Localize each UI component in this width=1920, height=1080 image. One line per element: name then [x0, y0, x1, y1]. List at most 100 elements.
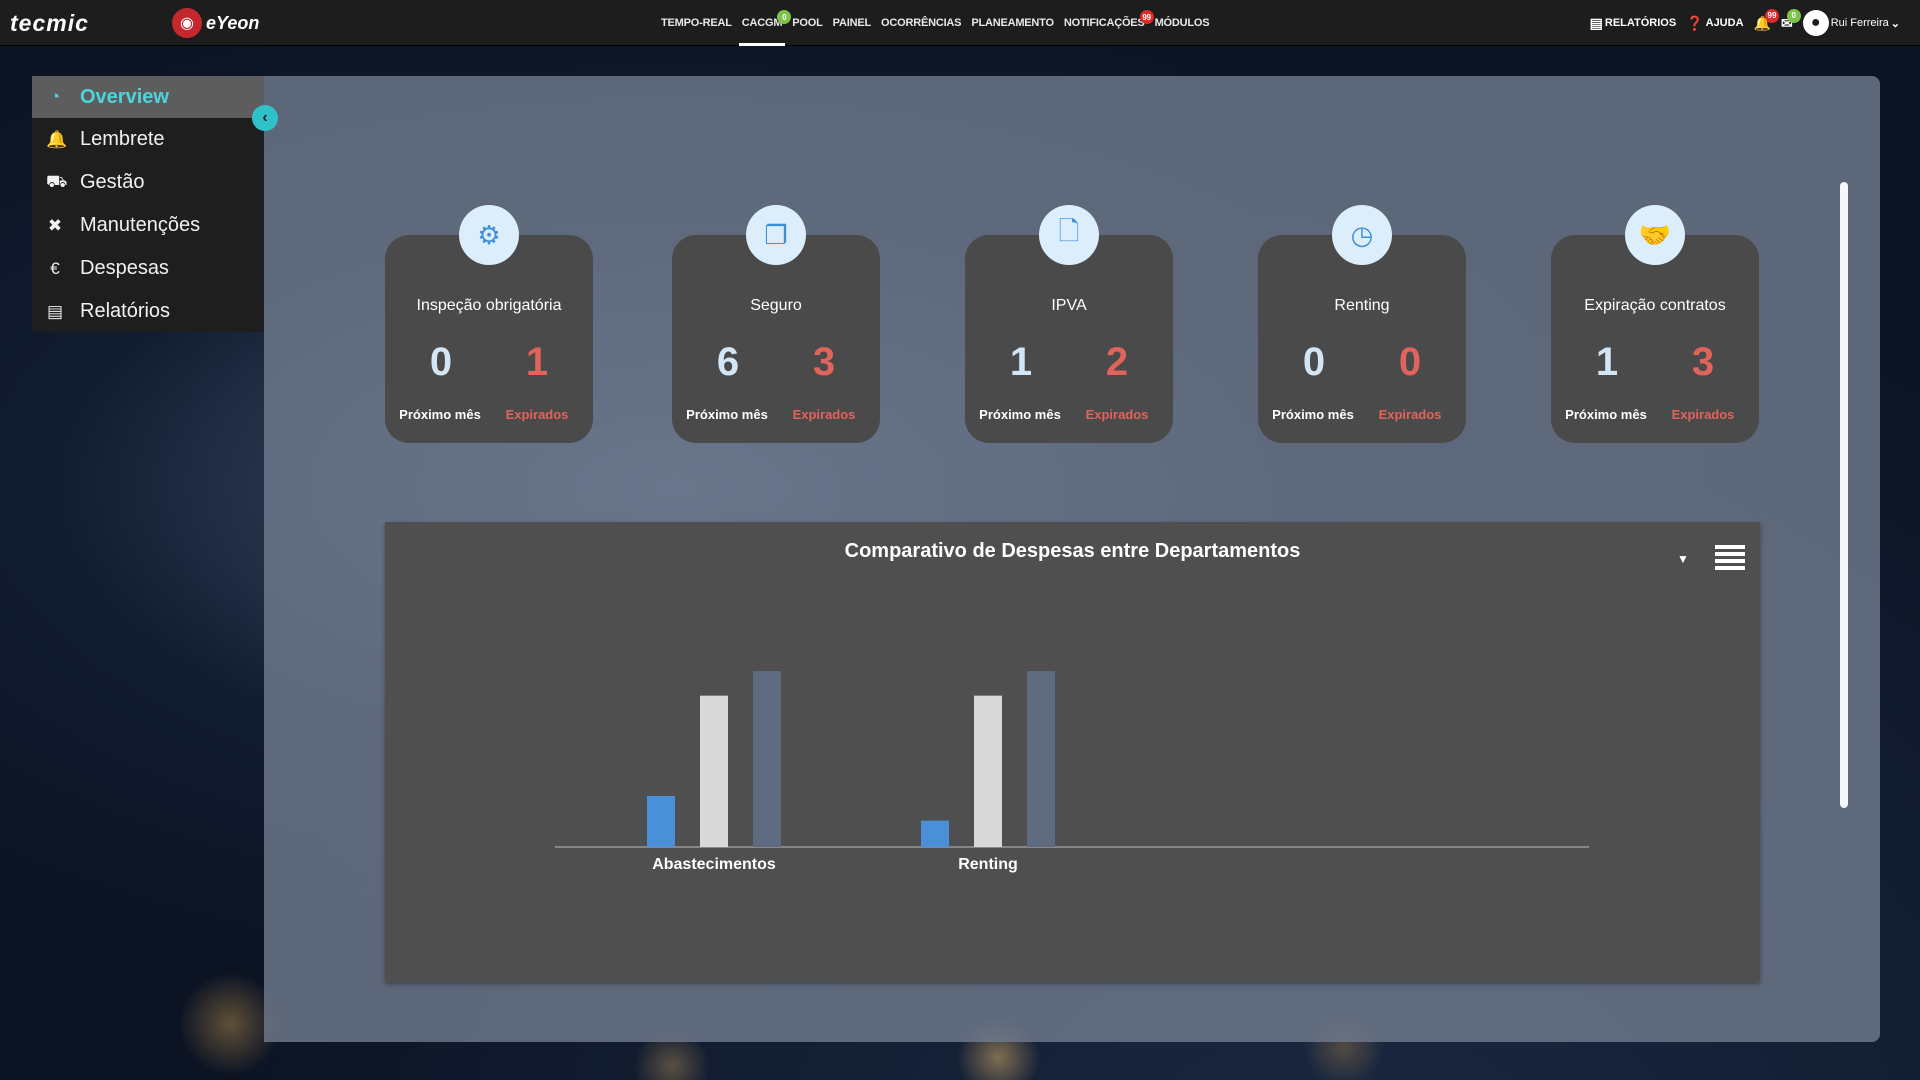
expired-label: Expirados	[1085, 406, 1149, 422]
help-circle-icon: ❓	[1686, 14, 1704, 31]
euro-icon: €	[50, 258, 60, 278]
expenses-chart: Comparativo de Despesas entre Departamen…	[385, 522, 1760, 982]
sidebar-item-label: Relatórios	[80, 300, 171, 322]
tools-icon: ✖	[47, 215, 63, 235]
bar-abastecimentos-series-1[interactable]	[647, 795, 675, 847]
scrollbar[interactable]	[1840, 182, 1848, 808]
expired-label: Expirados	[505, 406, 569, 422]
nav-item-label: MÓDULOS	[1154, 17, 1210, 29]
next-month-count: 0	[429, 340, 453, 384]
sidebar-item-overview[interactable]: ◔ Overview	[32, 76, 264, 118]
nav-item-cacgm[interactable]: CACGM 0	[737, 0, 792, 46]
summary-card[interactable]: ⚙ Inspeção obrigatória 0 1 Próximo mês Expira…	[385, 205, 593, 443]
username: Rui Ferreira	[1830, 17, 1889, 29]
expired-label: Expirados	[1378, 406, 1442, 422]
nav-item-planeamento[interactable]: PLANEAMENTO	[966, 0, 1059, 46]
gear-check-icon: ⚙	[459, 205, 519, 265]
file-icon: 🗋	[1039, 205, 1099, 265]
card-title: Inspeção obrigatória	[416, 296, 562, 314]
sidebar-item-lembrete[interactable]: 🔔 Lembrete	[32, 118, 264, 161]
nav-item-label: OCORRÊNCIAS	[881, 17, 962, 29]
messages-button[interactable]: ✉ 0	[1781, 8, 1801, 32]
expired-label: Expirados	[792, 406, 856, 422]
sidebar-item-label: Overview	[80, 85, 169, 108]
truck-icon: ⛟	[46, 171, 68, 191]
next-month-label: Próximo mês	[1565, 406, 1647, 422]
bar-renting-series-1[interactable]	[921, 820, 949, 847]
nav-item-label: PLANEAMENTO	[971, 17, 1054, 29]
bar-abastecimentos-series-2[interactable]	[700, 695, 728, 847]
chevron-down-icon: ⌄	[1890, 17, 1900, 30]
card-title: IPVA	[1051, 296, 1087, 314]
notifications-button[interactable]: 🔔 99	[1754, 8, 1779, 32]
card-title: Seguro	[750, 296, 802, 314]
user-menu[interactable]: ● Rui Ferreira ⌄	[1802, 10, 1900, 36]
sidebar-item-label: Manutenções	[80, 214, 201, 236]
top-right-tools: ▤ RELATÓRIOS ❓ AJUDA 🔔 99 ✉ 0 ● Rui Ferr…	[1590, 0, 1900, 46]
bell-icon: 🔔	[46, 129, 68, 149]
summary-card[interactable]: ❐ Seguro 6 3 Próximo mês Expirados	[672, 205, 880, 443]
nav-item-painel[interactable]: PAINEL	[828, 0, 876, 46]
eyeon-logo-text: eYeon	[206, 12, 260, 33]
report-file-icon: ▤	[46, 301, 64, 321]
gauge-icon: ◷	[1332, 205, 1392, 265]
help-link[interactable]: ❓ AJUDA	[1686, 15, 1743, 32]
nav-item-m-dulos[interactable]: MÓDULOS	[1150, 0, 1215, 46]
next-month-count: 0	[1302, 340, 1326, 384]
nav-item-label: TEMPO-REAL	[661, 17, 732, 29]
collapse-sidebar-button[interactable]: ‹	[252, 105, 278, 131]
sidebar-item-gestao[interactable]: ⛟ Gestão	[32, 161, 264, 204]
next-month-label: Próximo mês	[979, 406, 1061, 422]
expired-count: 2	[1105, 340, 1129, 384]
expired-count: 3	[1691, 340, 1715, 384]
help-label: AJUDA	[1705, 17, 1744, 29]
chart-plot: Abastecimentos Renting	[555, 671, 1589, 873]
sidebar: ◔ Overview 🔔 Lembrete ⛟ Gestão ✖ Manutenções € De…	[32, 76, 264, 332]
sidebar-item-relatorios[interactable]: ▤ Relatórios	[32, 290, 264, 333]
nav-item-notifica-es[interactable]: NOTIFICAÇÕES 99	[1059, 0, 1154, 46]
bar-renting-series-2[interactable]	[974, 695, 1002, 847]
expired-count: 0	[1398, 340, 1422, 384]
expired-label: Expirados	[1671, 406, 1735, 422]
next-month-count: 6	[716, 340, 740, 384]
summary-card[interactable]: ◷ Renting 0 0 Próximo mês Expirados	[1258, 205, 1466, 443]
sidebar-item-label: Gestão	[80, 171, 145, 193]
card-title: Renting	[1334, 296, 1390, 314]
report-file-icon: ▤	[1589, 14, 1603, 31]
expired-count: 1	[525, 340, 549, 384]
next-month-count: 1	[1009, 340, 1033, 384]
sidebar-item-manutencoes[interactable]: ✖ Manutenções	[32, 204, 264, 247]
expired-count: 3	[812, 340, 836, 384]
sidebar-item-label: Lembrete	[80, 128, 165, 150]
next-month-label: Próximo mês	[1272, 406, 1354, 422]
pie-chart-icon: ◔	[49, 87, 61, 106]
x-tick-label: Renting	[958, 856, 1018, 873]
top-navigation-bar: tecmic ◉ eYeon TEMPO-REAL CACGM 0 POOL PAINE…	[0, 0, 1920, 46]
sidebar-item-label: Despesas	[80, 257, 169, 279]
nav-item-pool[interactable]: POOL	[787, 0, 827, 46]
summary-card[interactable]: 🤝 Expiração contratos 1 3 Próximo mês Expirad…	[1551, 205, 1759, 443]
documents-icon: ❐	[746, 205, 806, 265]
nav-item-label: CACGM	[741, 17, 783, 29]
bar-renting-series-3[interactable]	[1027, 671, 1055, 847]
nav-item-tempo-real[interactable]: TEMPO-REAL	[656, 0, 737, 46]
bar-abastecimentos-series-3[interactable]	[753, 671, 781, 847]
reports-link[interactable]: ▤ RELATÓRIOS	[1590, 15, 1677, 32]
messages-badge: 0	[1786, 8, 1801, 23]
nav-item-label: NOTIFICAÇÕES	[1063, 17, 1145, 29]
handshake-icon: 🤝	[1625, 205, 1685, 265]
chevron-left-icon: ‹	[262, 109, 268, 126]
user-avatar-icon: ●	[1802, 10, 1829, 36]
next-month-count: 1	[1595, 340, 1619, 384]
sidebar-item-despesas[interactable]: € Despesas	[32, 247, 264, 290]
reports-label: RELATÓRIOS	[1604, 17, 1677, 29]
nav-item-label: PAINEL	[832, 17, 872, 29]
eye-icon: ◉	[172, 8, 202, 38]
card-title: Expiração contratos	[1584, 296, 1726, 314]
notifications-badge: 99	[1764, 8, 1779, 23]
summary-card[interactable]: 🗋 IPVA 1 2 Próximo mês Expirados	[965, 205, 1173, 443]
eyeon-logo[interactable]: ◉ eYeon	[172, 8, 259, 38]
tecmic-logo[interactable]: tecmic	[10, 10, 89, 37]
next-month-label: Próximo mês	[686, 406, 768, 422]
nav-item-ocorr-ncias[interactable]: OCORRÊNCIAS	[876, 0, 966, 46]
